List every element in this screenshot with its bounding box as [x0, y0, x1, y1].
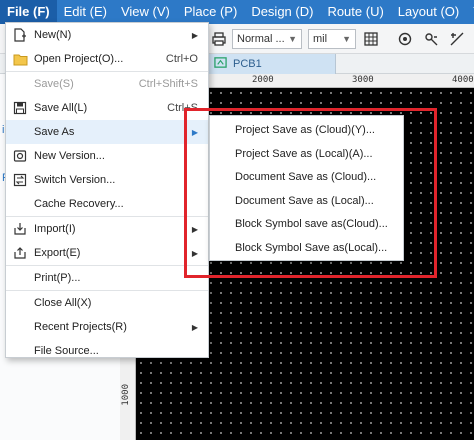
- save-icon: [12, 100, 28, 116]
- folder-icon: [12, 51, 28, 67]
- view-mode-value: Normal ...: [237, 33, 285, 45]
- menu-item-label: File Source...: [34, 345, 99, 357]
- chevron-down-icon: ▼: [342, 34, 351, 44]
- menu-item-label: Open Project(O)...: [34, 53, 124, 65]
- menu-item-export[interactable]: Export(E) ▶: [6, 241, 208, 265]
- grid-icon[interactable]: [362, 30, 380, 48]
- menu-item-block-symbol-save-as-local[interactable]: Block Symbol Save as(Local)...: [210, 237, 403, 261]
- menu-item-document-save-as-cloud[interactable]: Document Save as (Cloud)...: [210, 166, 403, 190]
- menu-tools[interactable]: T: [466, 0, 474, 24]
- menu-item-file-source[interactable]: File Source...: [6, 339, 208, 363]
- ruler-tick-label: 1000: [121, 384, 131, 406]
- ruler-tick-label: 3000: [352, 75, 374, 85]
- menu-item-save: Save(S) Ctrl+Shift+S: [6, 72, 208, 96]
- menu-layout[interactable]: Layout (O): [391, 0, 466, 24]
- shortcut-label: Ctrl+S: [167, 102, 198, 114]
- chevron-right-icon: ▶: [191, 30, 198, 40]
- measure-icon[interactable]: [448, 30, 466, 48]
- chevron-down-icon: ▼: [288, 34, 297, 44]
- menu-item-document-save-as-local[interactable]: Document Save as (Local)...: [210, 190, 403, 214]
- pcb-icon: [214, 56, 227, 72]
- save-as-submenu: Project Save as (Cloud)(Y)... Project Sa…: [209, 115, 404, 261]
- menu-item-label: Save As: [34, 126, 75, 138]
- ruler-tick-label: 4000: [452, 75, 474, 85]
- menu-item-cache-recovery[interactable]: Cache Recovery...: [6, 192, 208, 216]
- menu-file[interactable]: File (F): [0, 0, 57, 24]
- ruler-tick-label: 2000: [252, 75, 274, 85]
- shortcut-label: Ctrl+Shift+S: [138, 78, 198, 90]
- menu-item-block-symbol-save-as-cloud[interactable]: Block Symbol save as(Cloud)...: [210, 213, 403, 237]
- menu-design[interactable]: Design (D): [244, 0, 320, 24]
- menu-item-label: Switch Version...: [34, 174, 116, 186]
- menu-item-new-version[interactable]: New Version...: [6, 144, 208, 168]
- menu-item-label: Print(P)...: [34, 272, 81, 284]
- menu-item-label: Save All(L): [34, 102, 88, 114]
- pin-icon[interactable]: [422, 30, 440, 48]
- view-mode-select[interactable]: Normal ... ▼: [232, 29, 302, 49]
- menubar: File (F) Edit (E) View (V) Place (P) Des…: [0, 0, 474, 24]
- import-icon: [12, 221, 28, 237]
- tab-label: PCB1: [233, 58, 262, 70]
- menu-item-recent-projects[interactable]: Recent Projects(R) ▶: [6, 315, 208, 339]
- menu-place[interactable]: Place (P): [177, 0, 244, 24]
- menu-item-label: Save(S): [34, 78, 74, 90]
- print-icon[interactable]: [210, 30, 228, 48]
- menu-item-label: New Version...: [34, 150, 105, 162]
- chevron-right-icon: ▶: [191, 224, 198, 234]
- chevron-right-icon: ▶: [191, 322, 198, 332]
- menu-item-save-as[interactable]: Save As ▶: [6, 120, 208, 144]
- units-value: mil: [313, 33, 328, 45]
- switch-version-icon: [12, 172, 28, 188]
- shortcut-label: Ctrl+O: [165, 53, 198, 65]
- menu-item-label: New(N): [34, 29, 72, 41]
- menu-view[interactable]: View (V): [114, 0, 177, 24]
- menu-item-close-all[interactable]: Close All(X): [6, 291, 208, 315]
- menu-item-label: Recent Projects(R): [34, 321, 127, 333]
- chevron-right-icon: ▶: [191, 127, 198, 137]
- menu-item-new[interactable]: New(N) ▶: [6, 23, 208, 47]
- menu-item-label: Import(I): [34, 223, 76, 235]
- chevron-right-icon: ▶: [191, 248, 198, 258]
- menu-item-switch-version[interactable]: Switch Version...: [6, 168, 208, 192]
- units-select[interactable]: mil ▼: [308, 29, 356, 49]
- snap-icon[interactable]: [396, 30, 414, 48]
- tab-pcb1[interactable]: PCB1: [208, 54, 336, 74]
- new-version-icon: [12, 148, 28, 164]
- menu-item-label: Cache Recovery...: [34, 198, 124, 210]
- menu-item-save-all[interactable]: Save All(L) Ctrl+S: [6, 96, 208, 120]
- menu-item-import[interactable]: Import(I) ▶: [6, 217, 208, 241]
- menu-edit[interactable]: Edit (E): [57, 0, 114, 24]
- menu-item-open-project[interactable]: Open Project(O)... Ctrl+O: [6, 47, 208, 71]
- menu-item-print[interactable]: Print(P)...: [6, 266, 208, 290]
- menu-item-label: Export(E): [34, 247, 81, 259]
- menu-item-project-save-as-cloud[interactable]: Project Save as (Cloud)(Y)...: [210, 119, 403, 143]
- export-icon: [12, 245, 28, 261]
- menu-item-project-save-as-local[interactable]: Project Save as (Local)(A)...: [210, 143, 403, 167]
- menu-route[interactable]: Route (U): [320, 0, 390, 24]
- new-file-icon: [12, 27, 28, 43]
- file-menu-dropdown: New(N) ▶ Open Project(O)... Ctrl+O Save(…: [5, 22, 209, 358]
- menu-item-label: Close All(X): [34, 297, 92, 309]
